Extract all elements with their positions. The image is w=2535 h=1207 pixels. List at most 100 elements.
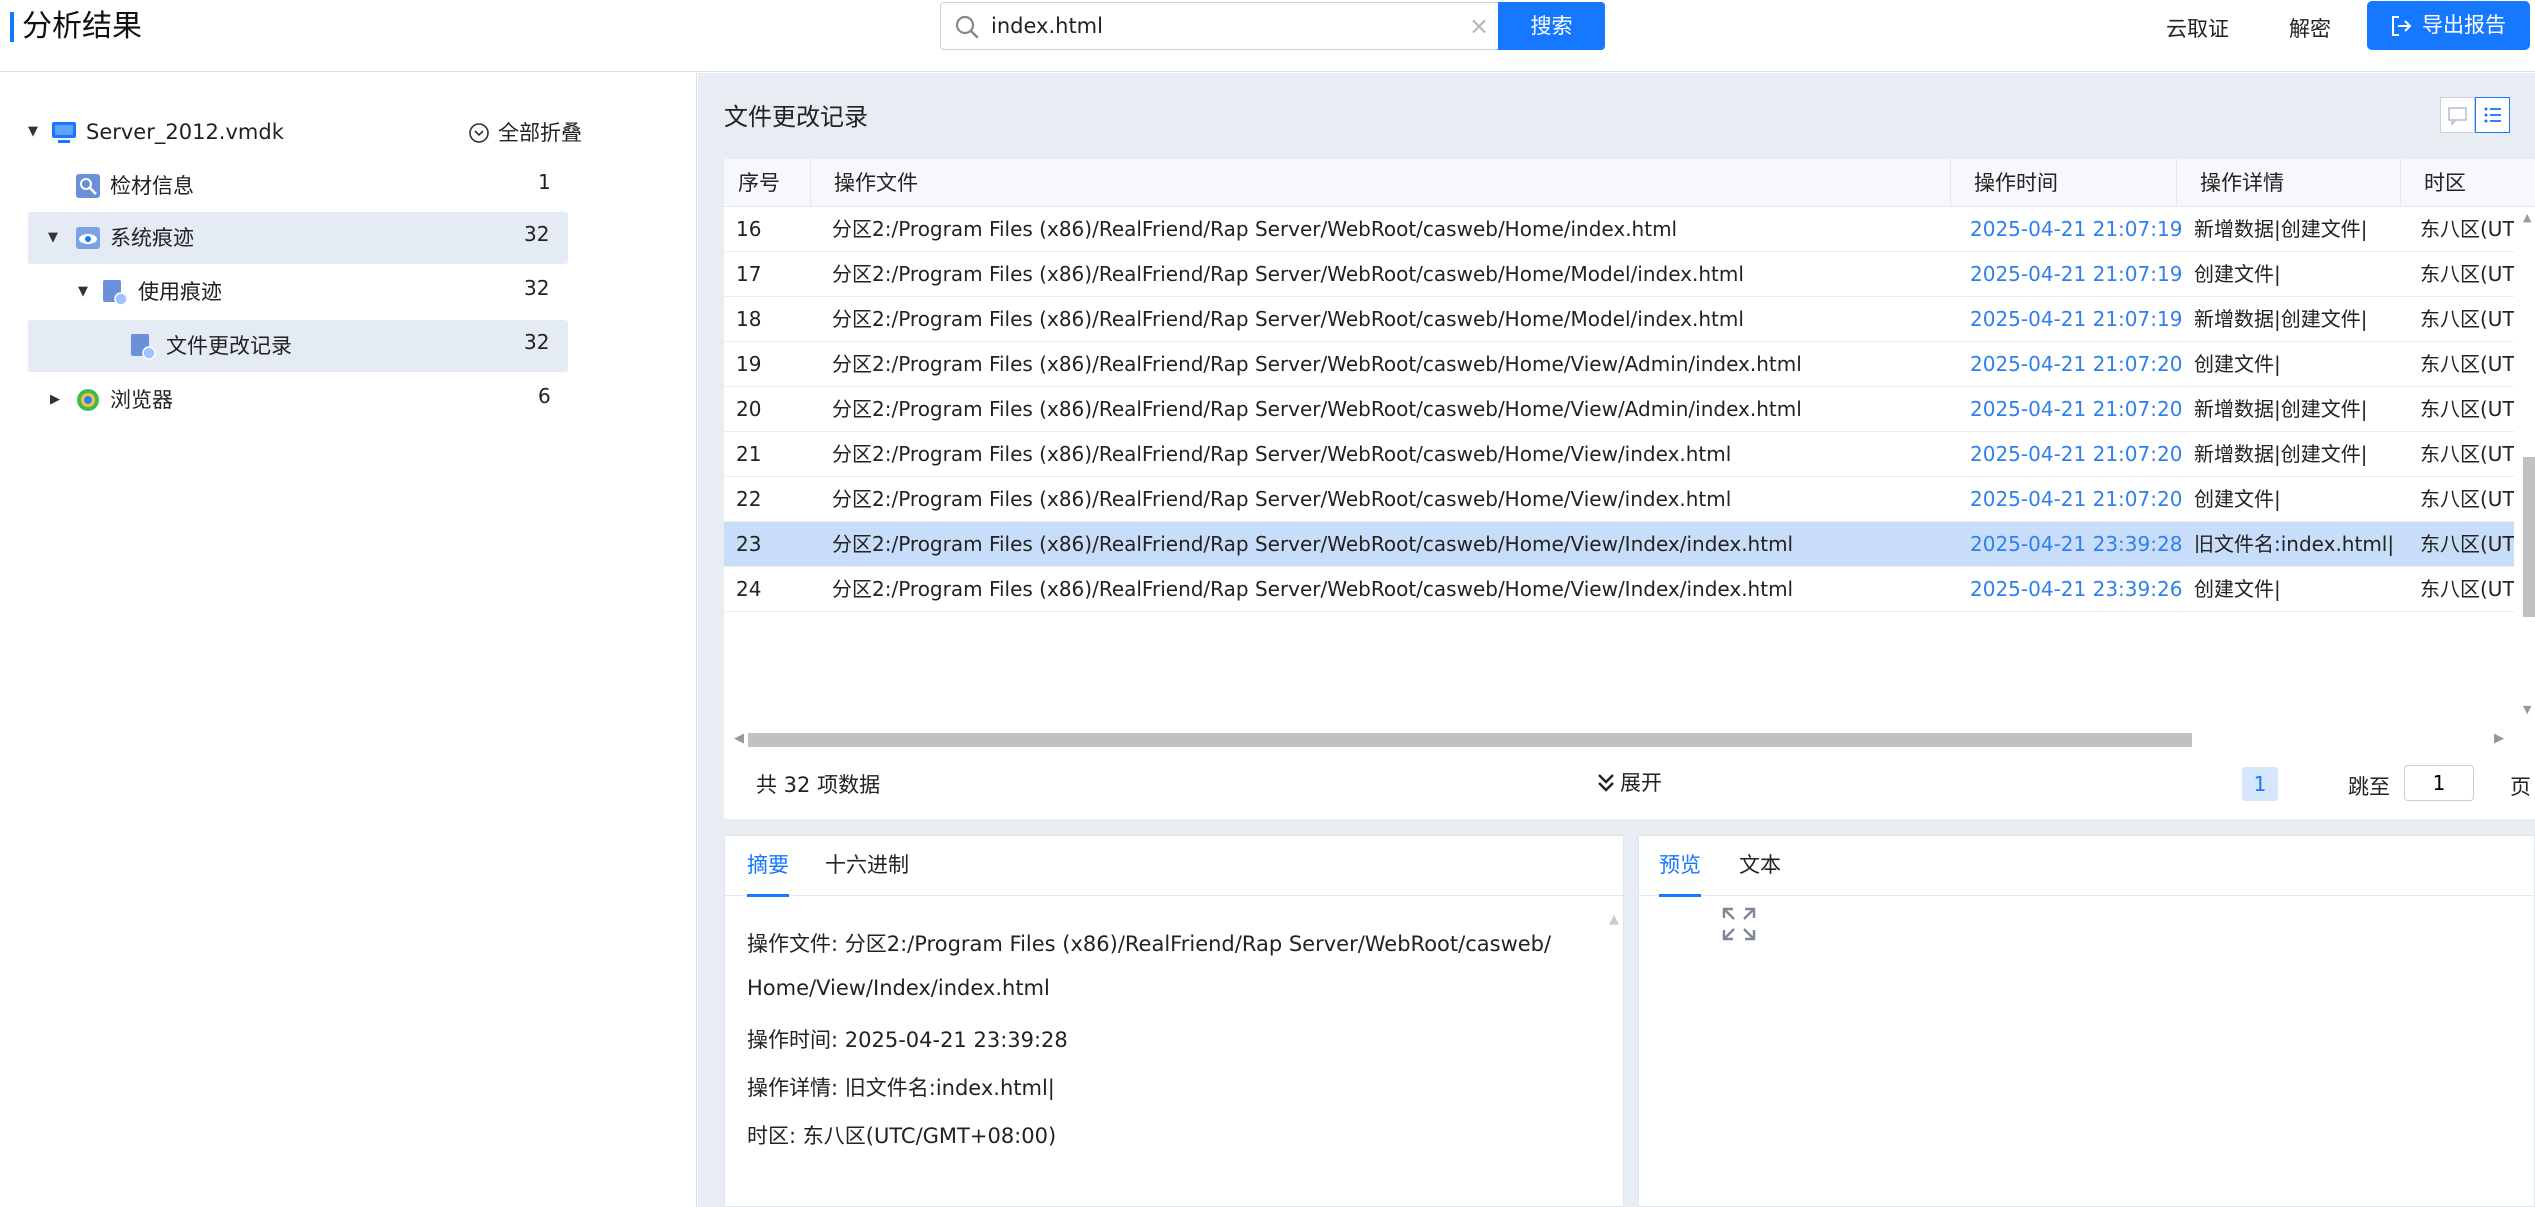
row-timezone: 东八区(UTC/GMT+08:00) [2420, 307, 2514, 331]
table-row[interactable]: 21 分区2:/Program Files (x86)/RealFriend/Ra… [724, 432, 2514, 477]
table-row[interactable]: 19 分区2:/Program Files (x86)/RealFriend/Ra… [724, 342, 2514, 387]
caret-down-icon[interactable]: ▼ [78, 266, 88, 318]
scroll-left-arrow-icon[interactable]: ◀ [734, 731, 744, 746]
row-time: 2025-04-21 21:07:20 [1970, 352, 2183, 376]
sidebar-tree: 全部折叠 ▼ Server_2012.vmdk 检材信息 1 ▼ 系统痕迹 32… [0, 73, 697, 1207]
table-row[interactable]: 18 分区2:/Program Files (x86)/RealFriend/Ra… [724, 297, 2514, 342]
row-time: 2025-04-21 21:07:19 [1970, 262, 2183, 286]
row-file: 分区2:/Program Files (x86)/RealFriend/Rap … [832, 577, 1794, 601]
row-number: 21 [736, 442, 762, 466]
vertical-scrollbar[interactable]: ▲ ▼ [2520, 207, 2535, 719]
tree-item-vmdk[interactable]: ▼ Server_2012.vmdk [28, 106, 568, 158]
clear-search-icon[interactable]: × [1469, 12, 1489, 40]
decrypt-link[interactable]: 解密 [2289, 13, 2331, 43]
col-header-detail[interactable]: 操作详情 [2200, 159, 2284, 207]
tab-hex[interactable]: 十六进制 [825, 836, 909, 894]
horizontal-scroll-thumb[interactable] [748, 733, 2192, 747]
row-file: 分区2:/Program Files (x86)/RealFriend/Rap … [832, 442, 1732, 466]
tree-item-usage-traces[interactable]: ▼ 使用痕迹 32 [28, 266, 568, 318]
summary-file-cont: Home/View/Index/index.html [747, 976, 1050, 1000]
summary-panel: 摘要 十六进制 ▲ 操作文件: 分区2:/Program Files (x86)… [724, 835, 1624, 1207]
page-title: 分析结果 [22, 9, 142, 44]
tree-item-browser[interactable]: ▶ 浏览器 6 [28, 374, 568, 426]
scroll-down-arrow-icon[interactable]: ▼ [2523, 703, 2531, 716]
tab-preview[interactable]: 预览 [1659, 836, 1701, 897]
col-header-time[interactable]: 操作时间 [1974, 159, 2058, 207]
row-number: 23 [736, 532, 762, 556]
tree-item-file-change-records[interactable]: 文件更改记录 32 [28, 320, 568, 372]
tree-item-count: 32 [524, 276, 550, 300]
row-detail: 创建文件| [2194, 577, 2281, 601]
col-header-file[interactable]: 操作文件 [834, 159, 918, 207]
vertical-scroll-thumb[interactable] [2523, 457, 2535, 617]
table-row[interactable]: 20 分区2:/Program Files (x86)/RealFriend/Ra… [724, 387, 2514, 432]
expand-label: 展开 [1620, 771, 1662, 795]
tree-item-label: 检材信息 [110, 174, 194, 198]
row-number: 25 [736, 612, 761, 615]
table-header: 序号 操作文件 操作时间 操作详情 时区 [724, 159, 2535, 207]
row-detail: 新增数据|创建文件| [2194, 307, 2368, 331]
table-row[interactable]: 16 分区2:/Program Files (x86)/RealFriend/Ra… [724, 207, 2514, 252]
caret-down-icon[interactable]: ▼ [28, 106, 38, 158]
table-row[interactable]: 22 分区2:/Program Files (x86)/RealFriend/Ra… [724, 477, 2514, 522]
tree-item-label: 文件更改记录 [166, 334, 292, 358]
tree-item-label: 浏览器 [110, 388, 173, 412]
row-time: 2025-04-21 21:07:19 [1970, 307, 2183, 331]
computer-icon [52, 122, 76, 143]
tree-item-count: 32 [524, 222, 550, 246]
page-number-button[interactable]: 1 [2242, 767, 2278, 801]
tab-text[interactable]: 文本 [1739, 836, 1781, 894]
browser-icon [77, 389, 99, 411]
tree-item-count: 1 [538, 170, 551, 194]
tree-item-label: Server_2012.vmdk [86, 120, 284, 144]
row-detail: 新增数据|创建文件| [2194, 397, 2368, 421]
row-timezone: 东八区(UTC/GMT+08:00) [2420, 577, 2514, 601]
list-icon [2484, 107, 2501, 123]
panel-title: 文件更改记录 [724, 103, 868, 131]
row-time: 2025-04-21 21:07:19 [1970, 217, 2183, 241]
tree-item-count: 6 [538, 384, 551, 408]
tree-item-system-traces[interactable]: ▼ 系统痕迹 32 [28, 212, 568, 264]
caret-right-icon[interactable]: ▶ [50, 374, 60, 426]
preview-tabs: 预览 文本 [1639, 836, 2534, 897]
table-row[interactable]: 24 分区2:/Program Files (x86)/RealFriend/Ra… [724, 567, 2514, 612]
export-report-button[interactable]: 导出报告 [2367, 1, 2530, 50]
scroll-up-arrow-icon[interactable]: ▲ [2523, 211, 2531, 224]
search-input[interactable] [991, 9, 1391, 43]
row-file: 分区2:/Program Files (x86)/RealFriend/Rap … [832, 262, 1744, 286]
row-timezone: 东八区(UTC/GMT+08:00) [2420, 612, 2514, 615]
row-timezone: 东八区(UTC/GMT+08:00) [2420, 262, 2514, 286]
tree-item-label: 系统痕迹 [110, 226, 194, 250]
table-row[interactable]: 25 分区2:/Program Files (x86)/RealFriend/Ra… [724, 612, 2514, 615]
row-file: 分区2:/Program Files (x86)/RealFriend/Rap … [832, 612, 1793, 615]
summary-scroll-up-icon[interactable]: ▲ [1609, 912, 1619, 927]
double-chevron-down-icon [1598, 774, 1614, 792]
scroll-right-arrow-icon[interactable]: ▶ [2494, 731, 2504, 746]
table-row[interactable]: 17 分区2:/Program Files (x86)/RealFriend/Ra… [724, 252, 2514, 297]
cloud-forensics-link[interactable]: 云取证 [2166, 13, 2229, 43]
eye-icon [76, 227, 100, 249]
col-header-no[interactable]: 序号 [738, 159, 780, 207]
fullscreen-expand-icon[interactable] [1721, 906, 1757, 942]
usage-doc-icon [103, 280, 128, 306]
file-change-icon [131, 334, 156, 360]
col-header-timezone[interactable]: 时区 [2424, 159, 2466, 207]
row-number: 16 [736, 217, 762, 241]
expand-button[interactable]: 展开 [1596, 767, 1662, 797]
row-file: 分区2:/Program Files (x86)/RealFriend/Rap … [832, 487, 1732, 511]
horizontal-scrollbar[interactable]: ◀ ▶ [734, 731, 2510, 747]
list-view-button[interactable] [2475, 97, 2510, 133]
jump-page-input[interactable] [2404, 765, 2474, 801]
row-number: 18 [736, 307, 762, 331]
export-icon [2392, 16, 2412, 36]
export-report-label: 导出报告 [2422, 13, 2506, 37]
summary-detail: 操作详情: 旧文件名:index.html| [747, 1076, 1055, 1100]
search-button[interactable]: 搜索 [1498, 2, 1605, 50]
comment-view-button[interactable] [2440, 97, 2475, 133]
tab-summary[interactable]: 摘要 [747, 836, 789, 897]
tree-item-evidence-info[interactable]: 检材信息 1 [28, 160, 568, 212]
row-time: 2025-04-21 23:39:26 [1970, 577, 2183, 601]
row-file: 分区2:/Program Files (x86)/RealFriend/Rap … [832, 532, 1794, 556]
caret-down-icon[interactable]: ▼ [48, 212, 58, 264]
table-row[interactable]: 23 分区2:/Program Files (x86)/RealFriend/Ra… [724, 522, 2514, 567]
